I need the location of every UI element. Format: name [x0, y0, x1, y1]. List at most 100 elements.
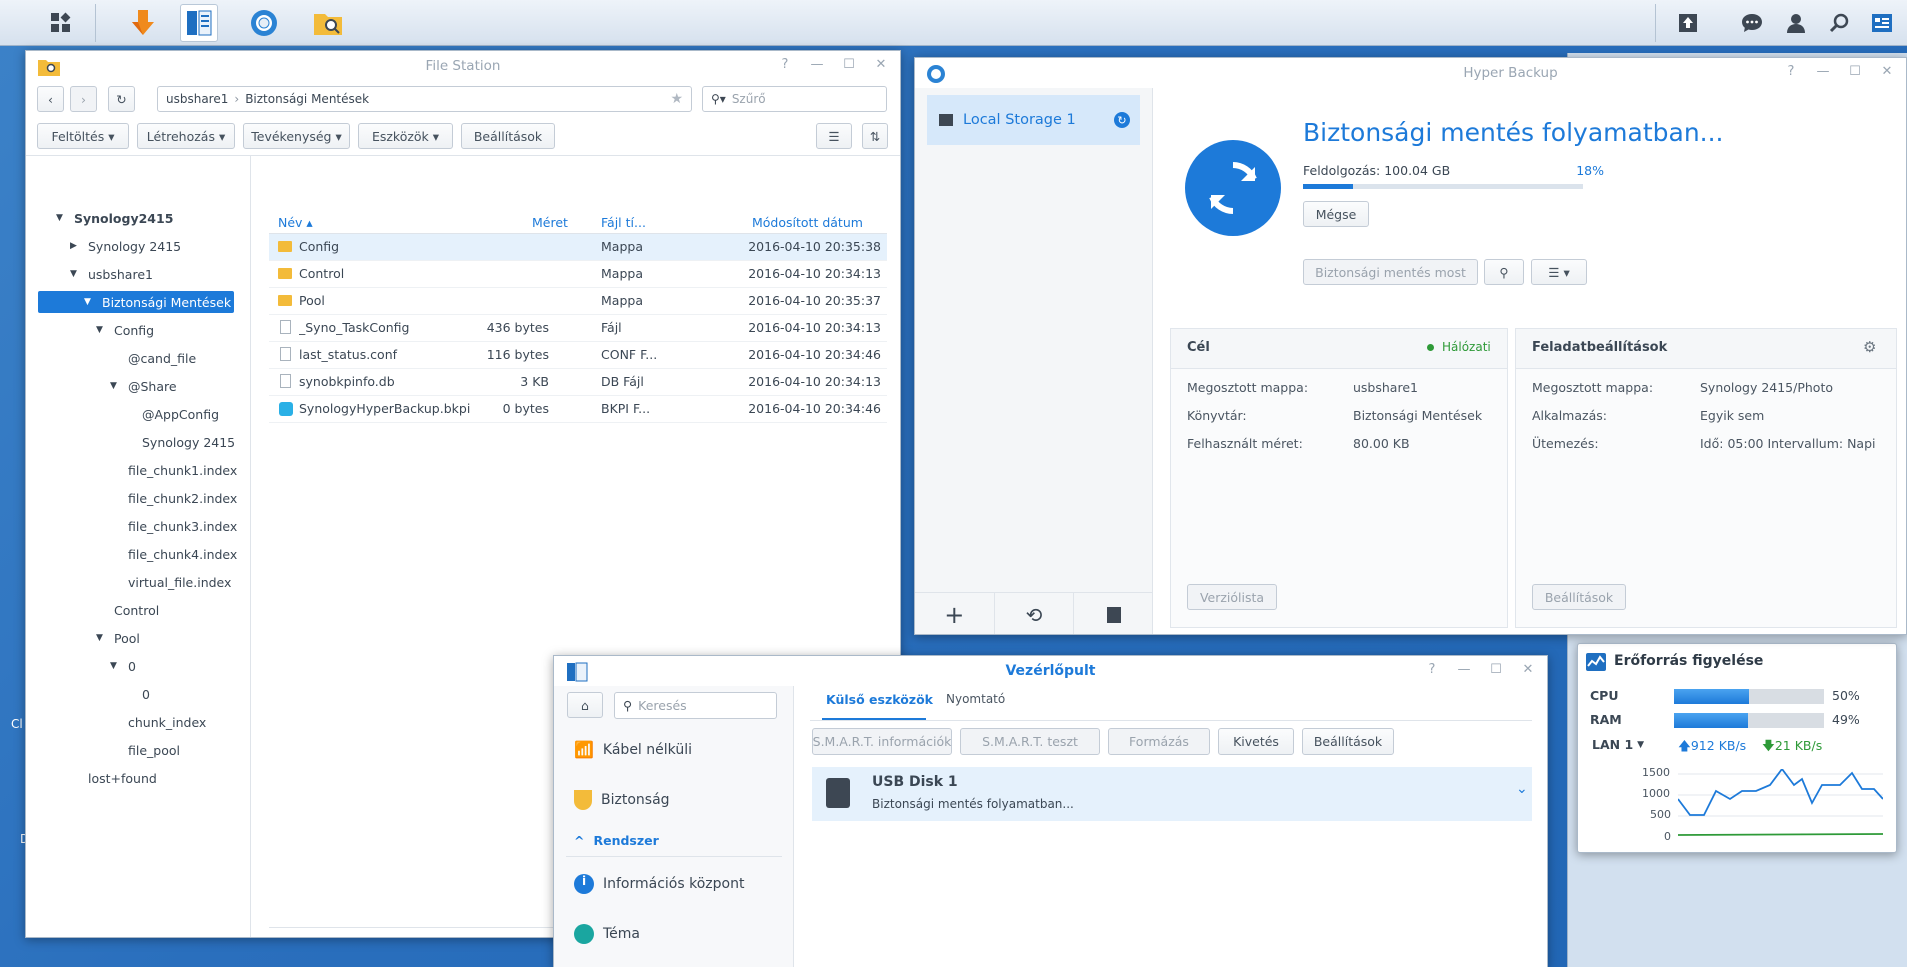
sort-button[interactable]: ⇅ — [862, 123, 888, 149]
maximize-icon[interactable]: ☐ — [1846, 64, 1864, 79]
cp-action-button[interactable]: Kivetés — [1218, 728, 1294, 755]
caret-down-icon[interactable]: ▼ — [110, 661, 122, 671]
log-icon[interactable] — [1074, 593, 1153, 634]
breadcrumb-item[interactable]: usbshare1 — [166, 92, 228, 106]
hyper-backup-icon[interactable] — [245, 4, 283, 42]
caret-down-icon[interactable]: ▼ — [84, 297, 96, 307]
tree-item[interactable]: lost+found — [70, 767, 157, 789]
desktop-label[interactable]: Cl — [11, 717, 23, 731]
task-settings-icon[interactable]: ⚙ — [1863, 338, 1876, 356]
tree-item[interactable]: ▼ Biztonsági Mentések — [38, 291, 234, 313]
cp-action-button[interactable]: S.M.A.R.T. információk — [812, 728, 952, 755]
column-size[interactable]: Méret — [532, 211, 568, 233]
control-panel-icon[interactable] — [180, 4, 218, 42]
cp-action-button[interactable]: Formázás — [1108, 728, 1210, 755]
filter-input[interactable]: ⚲▾ Szűrő — [702, 86, 887, 112]
tree-item[interactable]: file_chunk2.index — [110, 487, 237, 509]
tree-item[interactable]: virtual_file.index — [110, 571, 231, 593]
add-icon[interactable]: + — [915, 593, 995, 634]
tree-item[interactable]: @cand_file — [110, 347, 196, 369]
maximize-icon[interactable]: ☐ — [840, 57, 858, 72]
close-icon[interactable]: ✕ — [872, 57, 890, 72]
menu-security[interactable]: Biztonság — [574, 790, 670, 810]
restore-icon[interactable]: ⟲ — [995, 593, 1075, 634]
widgets-icon[interactable] — [1868, 9, 1896, 37]
chevron-down-icon[interactable]: ⌄ — [1516, 781, 1528, 797]
action-button[interactable]: Tevékenység ▾ — [243, 123, 350, 149]
tree-item[interactable]: 0 — [124, 683, 150, 705]
caret-right-icon[interactable]: ▶ — [70, 241, 82, 251]
table-row[interactable]: Config Mappa 2016-04-10 20:35:38 — [269, 234, 887, 261]
help-icon[interactable]: ? — [1782, 64, 1800, 79]
column-name[interactable]: Név ▴ — [278, 211, 313, 233]
file-station-icon[interactable] — [309, 4, 347, 42]
tree-item[interactable]: ▶ Synology 2415 — [70, 235, 181, 257]
breadcrumb[interactable]: usbshare1 › Biztonsági Mentések ★ — [157, 86, 692, 112]
menu-section-system[interactable]: ^ Rendszer — [574, 833, 659, 848]
minimize-icon[interactable]: — — [1455, 662, 1473, 677]
settings-button[interactable]: Beállítások — [461, 123, 555, 149]
close-icon[interactable]: ✕ — [1878, 64, 1896, 79]
tree-item[interactable]: Control — [96, 599, 159, 621]
refresh-button[interactable]: ↻ — [108, 86, 135, 112]
user-icon[interactable] — [1782, 9, 1810, 37]
cp-action-button[interactable]: Beállítások — [1302, 728, 1394, 755]
tree-item[interactable]: ▼ Pool — [96, 627, 140, 649]
version-list-button[interactable]: Verziólista — [1187, 584, 1277, 610]
maximize-icon[interactable]: ☐ — [1487, 662, 1505, 677]
minimize-icon[interactable]: — — [1814, 64, 1832, 79]
view-list-button[interactable]: ☰ — [816, 123, 852, 149]
tree-item[interactable]: ▼ Synology2415 — [56, 207, 173, 229]
cp-action-button[interactable]: S.M.A.R.T. teszt — [960, 728, 1100, 755]
table-row[interactable]: last_status.conf 116 bytes CONF F... 2016-0… — [269, 342, 887, 369]
home-button[interactable]: ⌂ — [567, 692, 603, 718]
tab-printer[interactable]: Nyomtató — [946, 692, 1005, 706]
tree-item[interactable]: chunk_index — [110, 711, 206, 733]
menu-info-center[interactable]: i Információs központ — [574, 874, 744, 894]
menu-wireless[interactable]: 📶 Kábel nélküli — [574, 740, 692, 759]
tree-item[interactable]: @AppConfig — [124, 403, 219, 425]
forward-button[interactable]: › — [70, 86, 97, 112]
cancel-button[interactable]: Mégse — [1303, 201, 1369, 227]
help-icon[interactable]: ? — [1423, 662, 1441, 677]
tree-item[interactable]: ▼ 0 — [110, 655, 136, 677]
tree-item[interactable]: file_chunk4.index — [110, 543, 237, 565]
table-row[interactable]: _Syno_TaskConfig 436 bytes Fájl 2016-04-10 … — [269, 315, 887, 342]
tools-button[interactable]: Eszközök ▾ — [358, 123, 453, 149]
tree-item[interactable]: Synology 2415 — [124, 431, 235, 453]
usb-device-row[interactable]: USB Disk 1 Biztonsági mentés folyamatban… — [812, 767, 1532, 821]
column-modified[interactable]: Módosított dátum — [752, 211, 863, 233]
column-type[interactable]: Fájl tí... — [601, 211, 646, 233]
breadcrumb-item[interactable]: Biztonsági Mentések — [245, 92, 369, 106]
minimize-icon[interactable]: — — [808, 57, 826, 72]
close-icon[interactable]: ✕ — [1519, 662, 1537, 677]
download-station-icon[interactable] — [124, 4, 162, 42]
tree-item[interactable]: ▼ usbshare1 — [70, 263, 153, 285]
star-icon[interactable]: ★ — [670, 91, 683, 107]
table-row[interactable]: Control Mappa 2016-04-10 20:34:13 — [269, 261, 887, 288]
tree-item[interactable]: ▼ Config — [96, 319, 154, 341]
caret-down-icon[interactable]: ▼ — [96, 325, 108, 335]
tab-external-devices[interactable]: Külső eszközök — [826, 692, 933, 707]
lan-selector[interactable]: LAN 1 ▼ — [1592, 737, 1644, 752]
cp-search-input[interactable]: ⚲ Keresés — [614, 692, 777, 719]
apps-grid-icon[interactable] — [42, 4, 80, 42]
storage-item[interactable]: Local Storage 1 ↻ — [927, 95, 1140, 145]
version-search-button[interactable]: ⚲ — [1484, 259, 1524, 285]
upload-icon[interactable] — [1674, 9, 1702, 37]
create-button[interactable]: Létrehozás ▾ — [137, 123, 235, 149]
help-icon[interactable]: ? — [776, 57, 794, 72]
more-menu-button[interactable]: ☰ ▾ — [1531, 259, 1587, 285]
chat-icon[interactable] — [1738, 9, 1766, 37]
upload-button[interactable]: Feltöltés ▾ — [37, 123, 129, 149]
tree-item[interactable]: file_chunk1.index — [110, 459, 237, 481]
task-settings-button[interactable]: Beállítások — [1532, 584, 1626, 610]
backup-now-button[interactable]: Biztonsági mentés most — [1303, 259, 1478, 285]
table-row[interactable]: synobkpinfo.db 3 KB DB Fájl 2016-04-10 20:3… — [269, 369, 887, 396]
caret-down-icon[interactable]: ▼ — [70, 269, 82, 279]
tree-item[interactable]: file_chunk3.index — [110, 515, 237, 537]
caret-down-icon[interactable]: ▼ — [110, 381, 122, 391]
caret-down-icon[interactable]: ▼ — [56, 213, 68, 223]
caret-down-icon[interactable]: ▼ — [96, 633, 108, 643]
back-button[interactable]: ‹ — [37, 86, 64, 112]
